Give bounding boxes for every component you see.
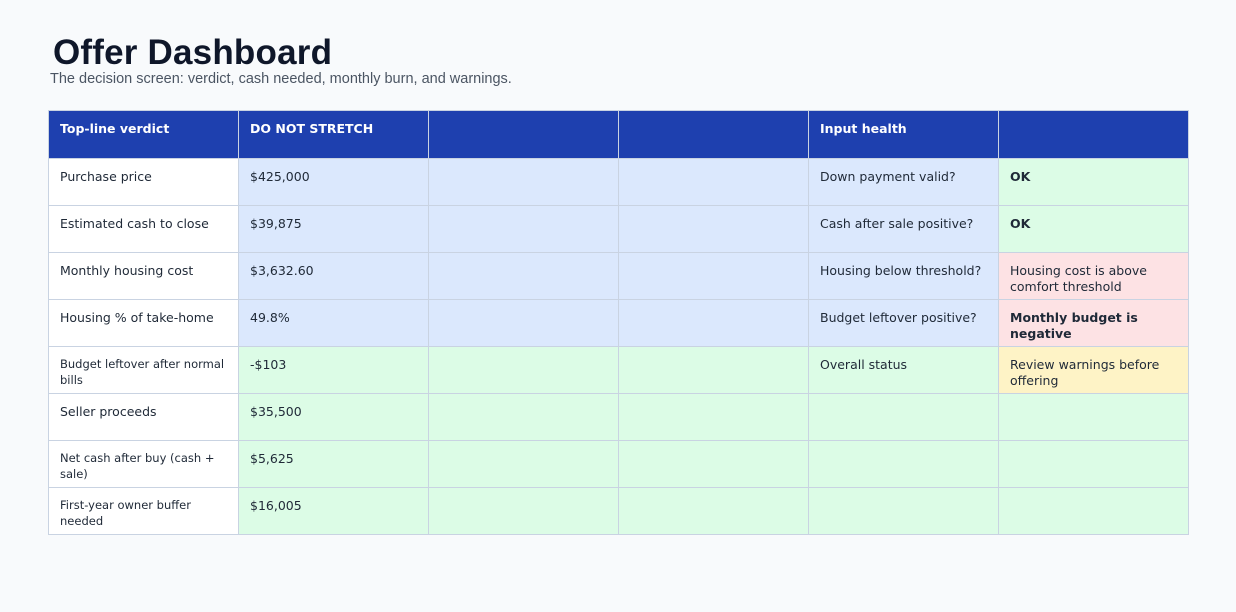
table-row: First-year owner buffer needed $16,005 [48, 487, 1189, 535]
empty-cell[interactable] [618, 158, 809, 206]
table-row: Budget leftover after normal bills -$103… [48, 346, 1189, 394]
empty-cell[interactable] [808, 393, 999, 441]
empty-cell[interactable] [618, 346, 809, 394]
health-status-cell[interactable]: OK [998, 205, 1189, 253]
row-label-cell[interactable]: Housing % of take-home [48, 299, 239, 347]
header-empty-cell[interactable] [618, 110, 809, 159]
empty-cell[interactable] [618, 205, 809, 253]
empty-cell[interactable] [618, 252, 809, 300]
header-empty-cell[interactable] [998, 110, 1189, 159]
health-status-cell[interactable]: Review warnings before offering [998, 346, 1189, 394]
health-check-label-cell[interactable]: Overall status [808, 346, 999, 394]
table-row: Monthly housing cost $3,632.60 Housing b… [48, 252, 1189, 300]
offer-dashboard-grid: Top-line verdict DO NOT STRETCH Input he… [48, 110, 1189, 535]
health-status-cell[interactable]: Monthly budget is negative [998, 299, 1189, 347]
row-value-cell[interactable]: -$103 [238, 346, 429, 394]
row-label-cell[interactable]: Seller proceeds [48, 393, 239, 441]
row-value-cell[interactable]: $39,875 [238, 205, 429, 253]
empty-cell[interactable] [618, 299, 809, 347]
empty-cell[interactable] [428, 158, 619, 206]
table-row: Purchase price $425,000 Down payment val… [48, 158, 1189, 206]
row-label-cell[interactable]: First-year owner buffer needed [48, 487, 239, 535]
empty-cell[interactable] [428, 393, 619, 441]
row-value-cell[interactable]: 49.8% [238, 299, 429, 347]
empty-cell[interactable] [428, 487, 619, 535]
health-check-label-cell[interactable]: Down payment valid? [808, 158, 999, 206]
empty-cell[interactable] [998, 393, 1189, 441]
row-value-cell[interactable]: $16,005 [238, 487, 429, 535]
empty-cell[interactable] [618, 440, 809, 488]
row-value-cell[interactable]: $35,500 [238, 393, 429, 441]
empty-cell[interactable] [618, 393, 809, 441]
row-value-cell[interactable]: $425,000 [238, 158, 429, 206]
verdict-label-cell[interactable]: Top-line verdict [48, 110, 239, 159]
health-check-label-cell[interactable]: Budget leftover positive? [808, 299, 999, 347]
empty-cell[interactable] [808, 440, 999, 488]
health-status-cell[interactable]: Housing cost is above comfort threshold [998, 252, 1189, 300]
input-health-label-cell[interactable]: Input health [808, 110, 999, 159]
row-value-cell[interactable]: $5,625 [238, 440, 429, 488]
row-label-cell[interactable]: Purchase price [48, 158, 239, 206]
page-subtitle: The decision screen: verdict, cash neede… [50, 71, 512, 87]
empty-cell[interactable] [428, 252, 619, 300]
health-check-label-cell[interactable]: Cash after sale positive? [808, 205, 999, 253]
header-empty-cell[interactable] [428, 110, 619, 159]
header-row: Top-line verdict DO NOT STRETCH Input he… [48, 110, 1189, 159]
page-title: Offer Dashboard [53, 33, 333, 72]
empty-cell[interactable] [998, 440, 1189, 488]
empty-cell[interactable] [428, 205, 619, 253]
empty-cell[interactable] [428, 440, 619, 488]
empty-cell[interactable] [618, 487, 809, 535]
health-status-cell[interactable]: OK [998, 158, 1189, 206]
row-label-cell[interactable]: Estimated cash to close [48, 205, 239, 253]
table-row: Housing % of take-home 49.8% Budget left… [48, 299, 1189, 347]
empty-cell[interactable] [998, 487, 1189, 535]
health-check-label-cell[interactable]: Housing below threshold? [808, 252, 999, 300]
row-value-cell[interactable]: $3,632.60 [238, 252, 429, 300]
row-label-cell[interactable]: Budget leftover after normal bills [48, 346, 239, 394]
table-row: Estimated cash to close $39,875 Cash aft… [48, 205, 1189, 253]
row-label-cell[interactable]: Monthly housing cost [48, 252, 239, 300]
table-row: Seller proceeds $35,500 [48, 393, 1189, 441]
table-row: Net cash after buy (cash + sale) $5,625 [48, 440, 1189, 488]
empty-cell[interactable] [808, 487, 999, 535]
empty-cell[interactable] [428, 346, 619, 394]
verdict-value-cell[interactable]: DO NOT STRETCH [238, 110, 429, 159]
row-label-cell[interactable]: Net cash after buy (cash + sale) [48, 440, 239, 488]
empty-cell[interactable] [428, 299, 619, 347]
